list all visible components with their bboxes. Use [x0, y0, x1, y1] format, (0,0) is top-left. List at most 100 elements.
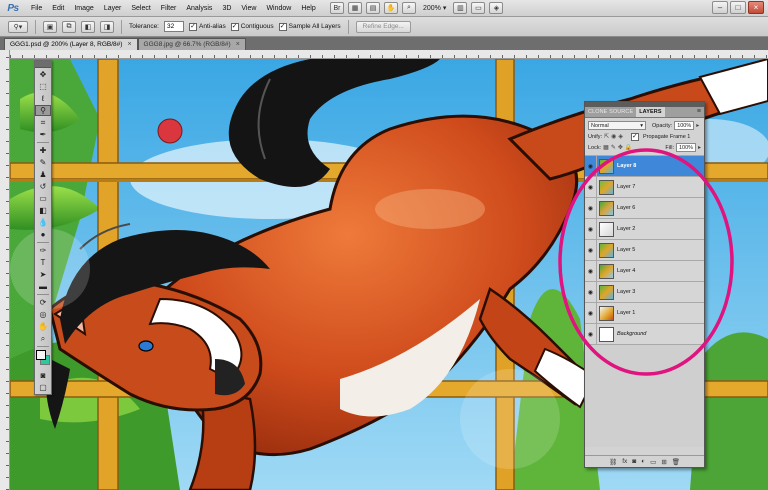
dodge-tool-icon[interactable]: ● [35, 229, 51, 240]
eye-icon[interactable]: ◉ [585, 239, 597, 261]
type-tool-icon[interactable]: T [35, 257, 51, 268]
menu-analysis[interactable]: Analysis [181, 5, 217, 12]
lock-pixels-icon[interactable]: ✎ [611, 144, 616, 151]
layer-row[interactable]: ◉ Layer 7 [585, 176, 704, 198]
contiguous-checkbox[interactable]: ✓ Contiguous [230, 22, 274, 31]
adjustment-layer-icon[interactable]: ◐ [641, 458, 645, 465]
menu-window[interactable]: Window [261, 5, 296, 12]
eye-icon[interactable]: ◉ [585, 260, 597, 282]
eraser-tool-icon[interactable]: ▭ [35, 193, 51, 204]
eye-icon[interactable]: ◉ [585, 302, 597, 324]
menu-edit[interactable]: Edit [47, 5, 69, 12]
hand-tool-icon[interactable]: ✋ [35, 321, 51, 332]
menu-filter[interactable]: Filter [156, 5, 182, 12]
subtract-from-selection-icon[interactable]: ◧ [81, 20, 95, 33]
magic-wand-tool-icon[interactable]: ⚲ [35, 105, 51, 116]
lock-transparency-icon[interactable]: ▦ [603, 144, 609, 151]
view-extras-icon[interactable]: ▤ [366, 2, 380, 14]
shape-tool-icon[interactable]: ▬ [35, 281, 51, 292]
minimize-button[interactable]: – [712, 1, 728, 14]
add-mask-icon[interactable]: ◙ [632, 458, 636, 465]
close-button[interactable]: × [748, 1, 764, 14]
lasso-tool-icon[interactable]: ℓ [35, 93, 51, 104]
pen-tool-icon[interactable]: ✑ [35, 245, 51, 256]
opacity-input[interactable]: 100% [674, 121, 695, 130]
clone-stamp-tool-icon[interactable]: ♟ [35, 169, 51, 180]
menu-file[interactable]: File [26, 5, 47, 12]
blur-tool-icon[interactable]: 💧 [35, 217, 51, 228]
eyedropper-tool-icon[interactable]: ✒ [35, 129, 51, 140]
3d-rotate-tool-icon[interactable]: ⟳ [35, 297, 51, 308]
tolerance-input[interactable] [164, 21, 184, 32]
healing-brush-tool-icon[interactable]: ✚ [35, 145, 51, 156]
lock-all-icon[interactable]: 🔒 [625, 144, 632, 151]
fill-input[interactable]: 100% [675, 143, 696, 152]
menu-layer[interactable]: Layer [99, 5, 127, 12]
tab-document-2[interactable]: GGG8.jpg @ 66.7% (RGB/8#) × [137, 38, 246, 50]
3d-orbit-tool-icon[interactable]: ◎ [35, 309, 51, 320]
layer-row[interactable]: ◉ Layer 2 [585, 218, 704, 240]
intersect-selection-icon[interactable]: ◨ [100, 20, 114, 33]
zoom-tool-icon[interactable]: ⌕ [35, 333, 51, 344]
eye-icon[interactable]: ◉ [585, 218, 597, 240]
panel-menu-icon[interactable]: ≡ [697, 108, 701, 115]
color-swatches[interactable] [35, 349, 51, 369]
add-to-selection-icon[interactable]: ⧉ [62, 20, 76, 33]
chevron-right-icon[interactable]: ▸ [696, 122, 699, 129]
layer-row[interactable]: ◉ Layer 1 [585, 302, 704, 324]
eye-icon[interactable]: ◉ [585, 197, 597, 219]
screen-mode-icon[interactable]: ▭ [471, 2, 486, 14]
eye-icon[interactable]: ◉ [585, 323, 597, 345]
arrange-documents-icon[interactable]: ▥ [453, 2, 468, 14]
sample-all-layers-checkbox[interactable]: ✓ Sample All Layers [278, 22, 341, 31]
minibridge-icon[interactable]: ▦ [348, 2, 362, 14]
menu-view[interactable]: View [236, 5, 261, 12]
hand-icon[interactable]: ✋ [384, 2, 398, 14]
close-icon[interactable]: × [236, 41, 240, 48]
magic-wand-tool-preset-icon[interactable]: ⚲▾ [8, 20, 28, 33]
menu-help[interactable]: Help [296, 5, 320, 12]
link-layers-icon[interactable]: ⛓ [609, 458, 617, 466]
unify-position-icon[interactable]: ⇱ [604, 133, 609, 140]
zoom-level-dropdown[interactable]: 200% ▾ [420, 2, 449, 14]
screen-mode-icon[interactable]: ▢ [35, 382, 51, 393]
gradient-tool-icon[interactable]: ◧ [35, 205, 51, 216]
brush-tool-icon[interactable]: ✎ [35, 157, 51, 168]
menu-select[interactable]: Select [126, 5, 155, 12]
lock-position-icon[interactable]: ✥ [618, 144, 623, 151]
path-selection-tool-icon[interactable]: ➤ [35, 269, 51, 280]
move-tool-icon[interactable]: ✥ [35, 69, 51, 80]
layer-row[interactable]: ◉ Background [585, 323, 704, 345]
layer-row[interactable]: ◉ Layer 8 [585, 155, 704, 177]
close-icon[interactable]: × [127, 41, 131, 48]
new-selection-icon[interactable]: ▣ [43, 20, 57, 33]
foreground-color-swatch[interactable] [36, 350, 46, 360]
new-group-icon[interactable]: ▭ [650, 458, 656, 466]
crop-tool-icon[interactable]: ⌗ [35, 117, 51, 128]
layer-row[interactable]: ◉ Layer 6 [585, 197, 704, 219]
tab-clone-source[interactable]: CLONE SOURCE [585, 107, 636, 117]
eye-icon[interactable]: ◉ [585, 155, 597, 177]
history-brush-tool-icon[interactable]: ↺ [35, 181, 51, 192]
delete-layer-icon[interactable]: 🗑 [672, 458, 680, 466]
chevron-right-icon[interactable]: ▸ [698, 144, 701, 151]
tab-document-1[interactable]: GGG1.psd @ 200% (Layer 8, RGB/8#) × [4, 38, 138, 50]
maximize-button[interactable]: □ [730, 1, 746, 14]
propagate-checkbox[interactable]: ✓ [630, 132, 639, 141]
eye-icon[interactable]: ◉ [585, 281, 597, 303]
blend-mode-dropdown[interactable]: Normal ▾ [588, 121, 646, 130]
layer-style-icon[interactable]: fx [622, 458, 627, 465]
bridge-icon[interactable]: Br [330, 2, 344, 14]
antialias-checkbox[interactable]: ✓ Anti-alias [189, 22, 226, 31]
tools-panel-header[interactable] [35, 61, 51, 68]
layer-row[interactable]: ◉ Layer 4 [585, 260, 704, 282]
3d-icon[interactable]: ◈ [489, 2, 504, 14]
unify-visibility-icon[interactable]: ◉ [611, 133, 616, 140]
tab-layers[interactable]: LAYERS [636, 107, 665, 117]
unify-style-icon[interactable]: ◈ [618, 133, 623, 140]
eye-icon[interactable]: ◉ [585, 176, 597, 198]
refine-edge-button[interactable]: Refine Edge... [355, 20, 411, 33]
menu-3d[interactable]: 3D [217, 5, 236, 12]
quick-mask-icon[interactable]: ◙ [35, 370, 51, 381]
zoom-icon[interactable]: ⌕ [402, 2, 416, 14]
